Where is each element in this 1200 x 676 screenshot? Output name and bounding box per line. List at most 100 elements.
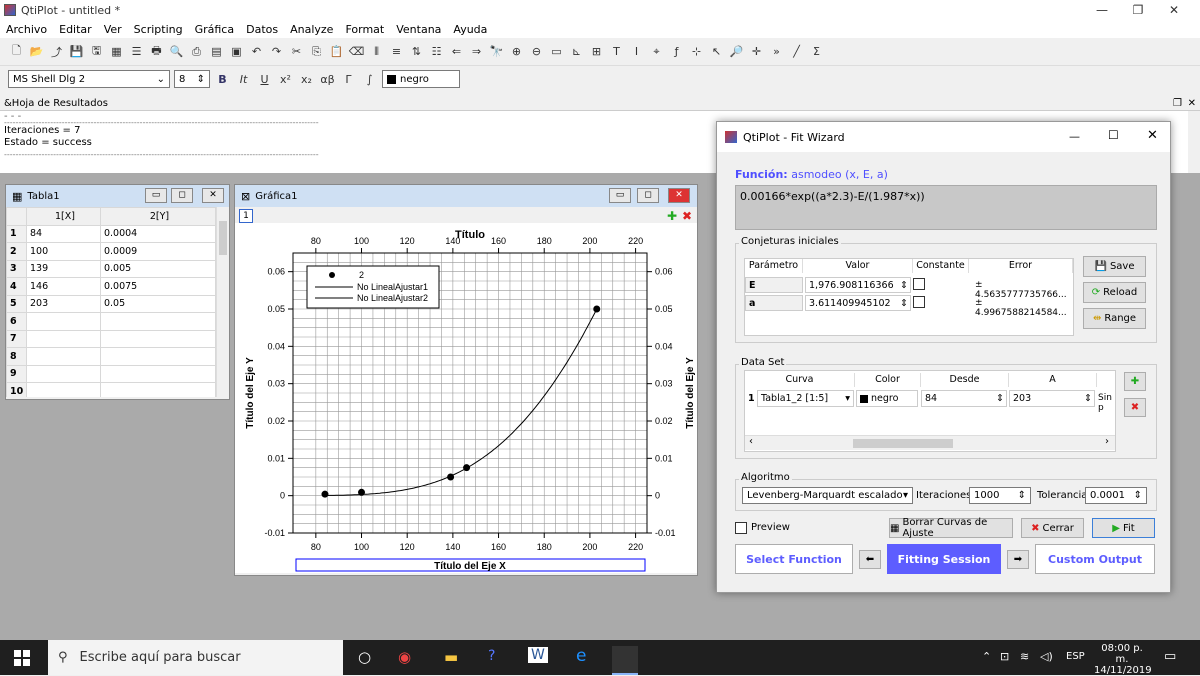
find-icon[interactable]: 🔭 (488, 43, 505, 60)
line-tool-icon[interactable]: ╱ (788, 43, 805, 60)
task-view-icon[interactable]: ○ (358, 648, 371, 666)
function-icon[interactable]: ƒ (668, 43, 685, 60)
cell-x[interactable]: 146 (26, 277, 101, 296)
minimize-icon[interactable]: ▭ (145, 188, 167, 203)
close-icon[interactable]: ✕ (668, 188, 690, 203)
table-row[interactable]: 8 (6, 347, 216, 366)
maximize-icon[interactable]: ◻ (171, 188, 193, 203)
tray-network-icon[interactable]: ⊡ (1000, 650, 1009, 663)
table-row[interactable]: 5 203 0.05 (6, 294, 216, 313)
ds-hscrollbar[interactable]: ‹ › (745, 435, 1115, 450)
add-column-icon[interactable]: ⫴ (368, 43, 385, 60)
spin-icon[interactable]: ⇕ (996, 393, 1004, 404)
ds-from-input[interactable]: 84 ⇕ (921, 390, 1007, 407)
cell-y[interactable]: 0.0009 (99, 242, 216, 261)
zoom-out-icon[interactable]: ⊖ (528, 43, 545, 60)
menu-scripting[interactable]: Scripting (128, 23, 189, 36)
notifications-icon[interactable]: ▭ (1164, 649, 1176, 664)
layer-icon[interactable]: ▭ (548, 43, 565, 60)
range-button[interactable]: ⇹ Range (1083, 308, 1146, 329)
cell-x[interactable]: 100 (26, 242, 101, 261)
add-layer-icon[interactable]: ✚ (667, 209, 677, 223)
ds-curve-select[interactable]: Tabla1_2 [1:5] ▾ (757, 390, 854, 407)
axes-icon[interactable]: ⊾ (568, 43, 585, 60)
ds-color-select[interactable]: negro (856, 390, 918, 407)
menu-grafica[interactable]: Gráfica (189, 23, 241, 36)
open-folder-icon[interactable]: 📂 (28, 43, 45, 60)
sum-icon[interactable]: Σ (808, 43, 825, 60)
menu-editar[interactable]: Editar (53, 23, 98, 36)
cell-y[interactable]: 0.0075 (99, 277, 216, 296)
table-row[interactable]: 2 100 0.0009 (6, 242, 216, 261)
constant-checkbox-e[interactable] (913, 278, 925, 290)
magnifier-icon[interactable]: 🔎 (728, 43, 745, 60)
project-explorer-icon[interactable]: ▣ (228, 43, 245, 60)
math-symbol-button[interactable]: ∫ (361, 71, 378, 88)
menu-archivo[interactable]: Archivo (0, 23, 53, 36)
algorithm-select[interactable]: Levenberg-Marquardt escalado ▾ (742, 487, 913, 504)
subscript-button[interactable]: x₂ (298, 71, 315, 88)
results-log-icon[interactable]: ▤ (208, 43, 225, 60)
screen-reader-icon[interactable]: ⊹ (688, 43, 705, 60)
word-icon[interactable]: W (528, 647, 548, 663)
cell-x[interactable] (26, 329, 101, 348)
save-button[interactable]: 💾 Save (1083, 256, 1146, 277)
table-row[interactable]: 4 146 0.0075 (6, 277, 216, 296)
save-icon[interactable]: 💾 (68, 43, 85, 60)
move-right-icon[interactable]: ⇒ (468, 43, 485, 60)
print-icon[interactable]: 🖶 (148, 43, 165, 60)
pointer-icon[interactable]: ↖ (708, 43, 725, 60)
zoom-in-icon[interactable]: ⊕ (508, 43, 525, 60)
cell-y[interactable] (99, 382, 216, 397)
cell-y[interactable]: 0.005 (99, 259, 216, 278)
close-icon[interactable]: ✕ (1188, 96, 1196, 111)
spin-icon[interactable]: ⇕ (900, 280, 908, 291)
table-row[interactable]: 3 139 0.005 (6, 259, 216, 278)
close-button[interactable]: ✖ Cerrar (1021, 518, 1084, 538)
menu-format[interactable]: Format (339, 23, 390, 36)
undo-icon[interactable]: ↶ (248, 43, 265, 60)
spin-icon[interactable]: ⇕ (1018, 490, 1026, 501)
fit-button[interactable]: ▶ Fit (1092, 518, 1155, 538)
maximize-icon[interactable]: ◻ (637, 188, 659, 203)
table-scrollbar[interactable] (216, 207, 229, 397)
reload-button[interactable]: ⟳ Reload (1083, 282, 1146, 303)
font-size-spinner[interactable]: 8 ⇕ (174, 70, 210, 88)
back-arrow-icon[interactable]: ⬅ (859, 550, 881, 569)
forward-arrow-icon[interactable]: ➡ (1007, 550, 1029, 569)
table-row[interactable]: 9 (6, 364, 216, 383)
clear-fit-curves-button[interactable]: ▦ Borrar Curvas de Ajuste (889, 517, 1013, 539)
text-color-button[interactable]: negro (382, 70, 460, 88)
close-icon[interactable]: ✕ (1147, 128, 1158, 143)
custom-output-button[interactable]: Custom Output (1035, 544, 1155, 574)
copy-icon[interactable]: ⎘ (308, 43, 325, 60)
delete-icon[interactable]: ⌫ (348, 43, 365, 60)
select-rows-icon[interactable]: ☷ (428, 43, 445, 60)
constant-checkbox-a[interactable] (913, 296, 925, 308)
param-value-e[interactable]: 1,976.908116366 ⇕ (805, 277, 911, 293)
cell-y[interactable] (99, 329, 216, 348)
crosshair-icon[interactable]: ✛ (748, 43, 765, 60)
menu-datos[interactable]: Datos (240, 23, 284, 36)
cell-y[interactable] (99, 347, 216, 366)
insert-text-icon[interactable]: T (608, 43, 625, 60)
menu-analyze[interactable]: Analyze (284, 23, 339, 36)
iterations-spinner[interactable]: 1000 ⇕ (969, 487, 1031, 504)
more-icon[interactable]: » (768, 43, 785, 60)
spin-icon[interactable]: ⇕ (1084, 393, 1092, 404)
greek-upper-button[interactable]: Γ (340, 71, 357, 88)
move-left-icon[interactable]: ⇐ (448, 43, 465, 60)
tray-chevron-icon[interactable]: ⌃ (982, 650, 991, 663)
add-dataset-icon[interactable]: ✚ (1124, 372, 1146, 391)
cell-y[interactable] (99, 364, 216, 383)
param-value-a[interactable]: 3.611409945102 ⇕ (805, 295, 911, 311)
taskbar-search[interactable]: ⚲ Escribe aquí para buscar (48, 640, 343, 675)
restore-icon[interactable]: ❐ (1118, 0, 1158, 20)
cell-x[interactable]: 84 (26, 224, 101, 243)
open-template-icon[interactable]: ⤴ (48, 43, 65, 60)
qtiplot-task-icon[interactable] (612, 646, 638, 675)
cell-x[interactable] (26, 382, 101, 397)
export-pdf-icon[interactable]: ⎙ (188, 43, 205, 60)
tray-wifi-icon[interactable]: ≋ (1020, 650, 1029, 663)
font-family-select[interactable]: MS Shell Dlg 2 ⌄ (8, 70, 170, 88)
